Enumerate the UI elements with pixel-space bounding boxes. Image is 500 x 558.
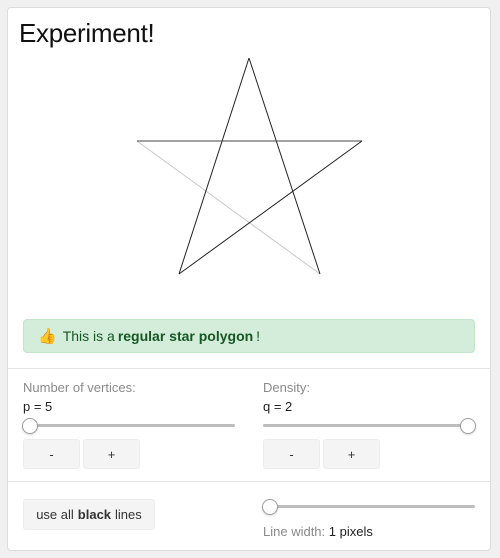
thumbs-up-icon: 👍 (38, 328, 57, 345)
density-increment-button[interactable]: + (323, 439, 380, 469)
vertices-slider-thumb[interactable] (22, 418, 38, 434)
use-black-lines-button[interactable]: use all black lines (23, 499, 155, 530)
star-polygon-canvas (136, 57, 363, 275)
density-slider-track[interactable] (263, 424, 475, 427)
star-edge (178, 57, 250, 275)
star-edge-faint (136, 140, 321, 275)
line-width-slider-track[interactable] (263, 505, 475, 508)
density-label: Density: (263, 380, 310, 395)
vertices-slider-track[interactable] (23, 424, 235, 427)
black-lines-prefix: use all (36, 507, 74, 522)
alert-suffix: ! (256, 328, 261, 344)
density-decrement-button[interactable]: - (263, 439, 320, 469)
divider (8, 368, 490, 369)
vertices-value: p = 5 (23, 399, 53, 414)
black-lines-suffix: lines (115, 507, 142, 522)
experiment-card: Experiment! 👍 This is a regular star pol… (7, 7, 491, 551)
star-edge (248, 57, 321, 275)
line-width-label: Line width: 1 pixels (263, 524, 373, 539)
alert-prefix: This is a (62, 328, 115, 344)
vertices-label: Number of vertices: (23, 380, 136, 395)
line-width-caption: Line width: (263, 524, 326, 539)
line-width-slider-thumb[interactable] (262, 499, 278, 515)
divider (8, 481, 490, 482)
star-edge (178, 140, 363, 275)
success-alert: 👍 This is a regular star polygon ! (23, 319, 475, 353)
density-value: q = 2 (263, 399, 293, 414)
vertices-increment-button[interactable]: + (83, 439, 140, 469)
black-lines-emphasis: black (77, 507, 112, 522)
alert-emphasis: regular star polygon (117, 328, 254, 344)
line-width-value: 1 pixels (328, 524, 373, 539)
density-slider-thumb[interactable] (460, 418, 476, 434)
vertices-decrement-button[interactable]: - (23, 439, 80, 469)
